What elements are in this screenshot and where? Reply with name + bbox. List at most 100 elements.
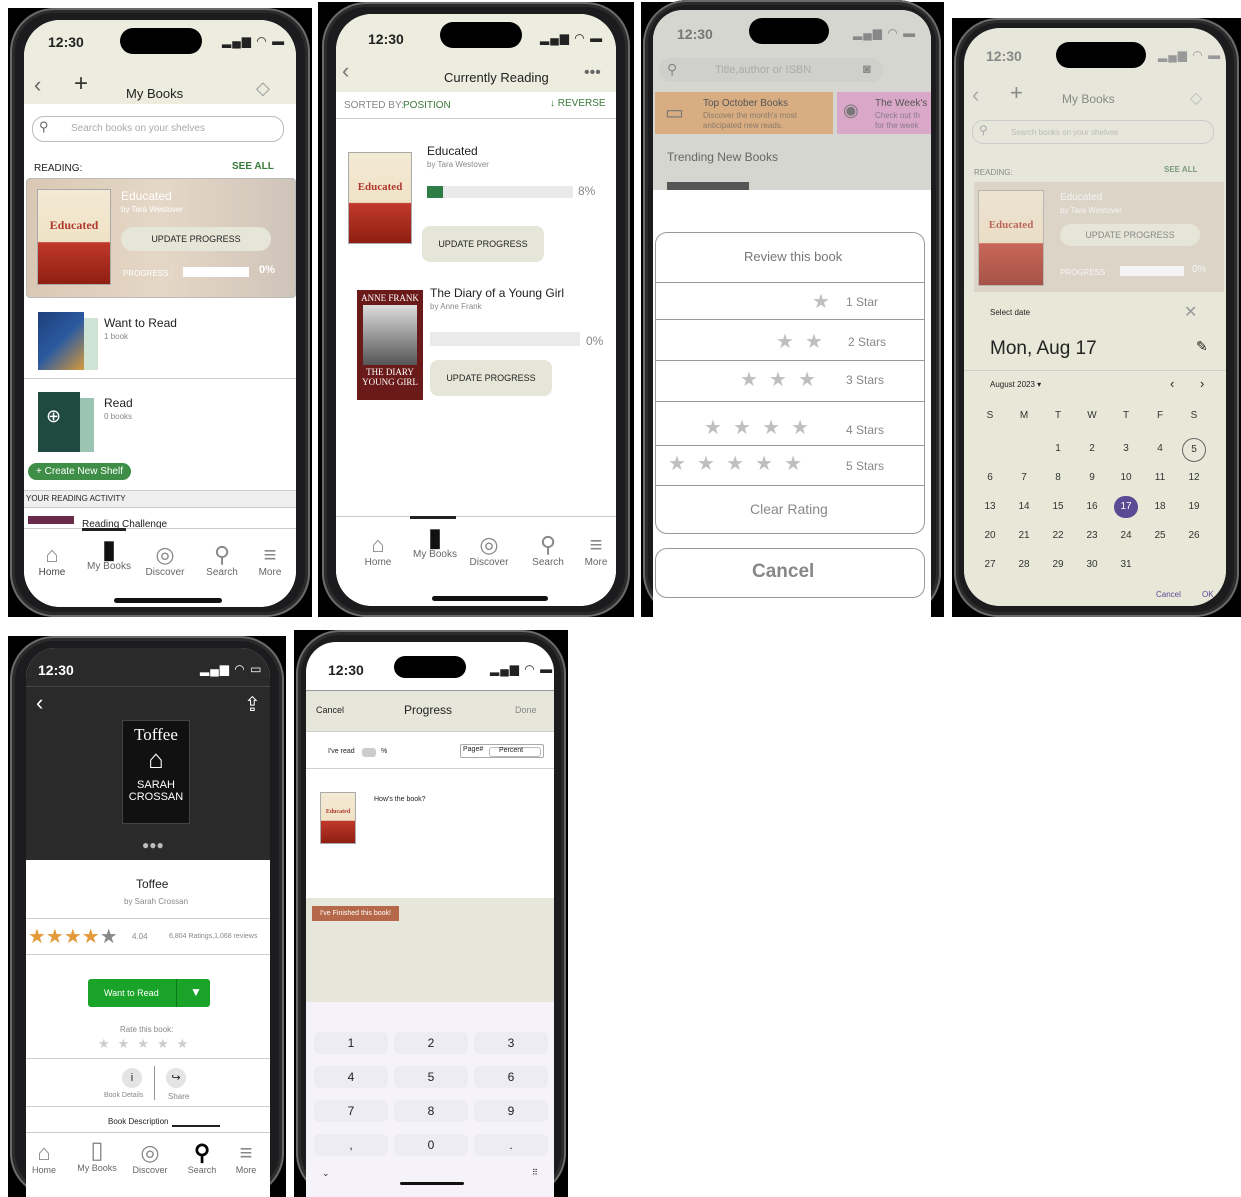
ratings-count[interactable]: 6,804 Ratings,1,068 reviews bbox=[169, 933, 257, 940]
promo-card-top-books[interactable]: ▭ Top October Books Discover the month's… bbox=[655, 92, 833, 134]
nav-discover[interactable]: ◎ Discover bbox=[126, 1141, 174, 1176]
calendar-day[interactable]: 24 bbox=[1112, 525, 1140, 547]
nav-my-books[interactable]: ▯ My Books bbox=[72, 1139, 122, 1174]
calendar-day[interactable]: 7 bbox=[1010, 467, 1038, 489]
nav-discover[interactable]: ◎ Discover bbox=[464, 533, 514, 569]
keypad-key[interactable]: 6 bbox=[474, 1066, 548, 1088]
rate-stars[interactable]: ★★★★★ bbox=[98, 1036, 196, 1052]
calendar-day[interactable]: 27 bbox=[976, 554, 1004, 576]
prev-month-icon[interactable]: ‹ bbox=[1170, 376, 1174, 391]
calendar-day[interactable]: 9 bbox=[1078, 467, 1106, 489]
calendar-day[interactable]: 5 bbox=[1182, 438, 1206, 462]
keypad-key[interactable]: . bbox=[474, 1134, 548, 1156]
month-selector[interactable]: August 2023 ▾ bbox=[990, 380, 1041, 389]
create-shelf-button[interactable]: + Create New Shelf bbox=[28, 463, 131, 480]
nav-search[interactable]: ⚲ Search bbox=[182, 1141, 222, 1176]
keypad-key[interactable]: 3 bbox=[474, 1032, 548, 1054]
nav-search[interactable]: ⚲ Search bbox=[526, 533, 570, 569]
search-input[interactable]: ⚲ Title,author or ISBN ◙ bbox=[659, 58, 883, 82]
back-icon[interactable]: ‹ bbox=[342, 58, 349, 84]
cancel-button[interactable]: Cancel bbox=[316, 705, 344, 715]
calendar-day[interactable]: 23 bbox=[1078, 525, 1106, 547]
keypad-key[interactable]: 4 bbox=[314, 1066, 388, 1088]
nav-more[interactable]: ≡ More bbox=[250, 543, 290, 579]
nav-home[interactable]: ⌂ Home bbox=[30, 543, 74, 579]
ok-button[interactable]: OK bbox=[1202, 590, 1214, 599]
share-link[interactable]: Share bbox=[168, 1092, 189, 1101]
calendar-day[interactable]: 25 bbox=[1146, 525, 1174, 547]
calendar-day[interactable]: 30 bbox=[1078, 554, 1106, 576]
calendar-day[interactable]: 10 bbox=[1112, 467, 1140, 489]
calendar-day[interactable]: 19 bbox=[1180, 496, 1208, 518]
shelf-want-to-read[interactable]: Want to Read 1 book bbox=[24, 304, 296, 374]
info-icon[interactable]: i bbox=[122, 1068, 142, 1088]
calendar-day[interactable]: 11 bbox=[1146, 467, 1174, 489]
see-all-link[interactable]: SEE ALL bbox=[1164, 165, 1197, 174]
want-to-read-button[interactable]: Want to Read ▼ bbox=[88, 979, 210, 1007]
keyboard-hide-icon[interactable]: ⌄ bbox=[322, 1168, 330, 1179]
done-button[interactable]: Done bbox=[515, 705, 537, 715]
add-icon[interactable]: + bbox=[1010, 80, 1023, 106]
nav-discover[interactable]: ◎ Discover bbox=[140, 543, 190, 579]
keypad-key[interactable]: , bbox=[314, 1134, 388, 1156]
cancel-button[interactable]: Cancel bbox=[1156, 590, 1181, 599]
carousel-dots[interactable]: ●●● bbox=[142, 838, 164, 852]
rating-2-stars[interactable]: ★ ★ 2 Stars bbox=[656, 321, 924, 359]
reverse-sort-button[interactable]: ↓ REVERSE bbox=[550, 98, 606, 109]
book-title[interactable]: The Diary of a Young Girl bbox=[430, 286, 564, 300]
rating-4-stars[interactable]: ★ ★ ★ ★ 4 Stars bbox=[656, 409, 924, 447]
book-description-tab[interactable]: Book Description bbox=[108, 1117, 168, 1126]
calendar-day[interactable]: 14 bbox=[1010, 496, 1038, 518]
calendar-day[interactable]: 15 bbox=[1044, 496, 1072, 518]
update-progress-button[interactable]: UPDATE PROGRESS bbox=[121, 227, 271, 251]
calendar-day[interactable]: 31 bbox=[1112, 554, 1140, 576]
more-options-icon[interactable]: ••• bbox=[584, 64, 601, 82]
update-progress-button[interactable]: UPDATE PROGRESS bbox=[422, 226, 544, 262]
keypad-key[interactable]: 7 bbox=[314, 1100, 388, 1122]
book-cover[interactable]: Educated bbox=[37, 189, 111, 285]
sort-position[interactable]: POSITION bbox=[403, 100, 451, 111]
calendar-day[interactable]: 1 bbox=[1044, 438, 1072, 460]
calendar-day[interactable]: 21 bbox=[1010, 525, 1038, 547]
calendar-day[interactable]: 2 bbox=[1078, 438, 1106, 460]
calendar-day[interactable]: 28 bbox=[1010, 554, 1038, 576]
calendar-day[interactable]: 26 bbox=[1180, 525, 1208, 547]
rating-3-stars[interactable]: ★ ★ ★ 3 Stars bbox=[656, 361, 924, 399]
nav-my-books[interactable]: ▮ My Books bbox=[408, 524, 462, 560]
book-cover[interactable]: Toffee ⌂ SARAH CROSSAN bbox=[122, 720, 190, 824]
calendar-day[interactable]: 18 bbox=[1146, 496, 1174, 518]
cancel-button[interactable]: Cancel bbox=[655, 548, 925, 598]
clear-rating-button[interactable]: Clear Rating bbox=[750, 501, 828, 517]
promo-card-week[interactable]: ◉ The Week's Check out th for the week bbox=[837, 92, 931, 134]
search-input[interactable]: ⚲ Search books on your shelves bbox=[972, 120, 1214, 144]
calendar-day[interactable]: 12 bbox=[1180, 467, 1208, 489]
share-icon[interactable]: ⇪ bbox=[244, 692, 261, 717]
share-small-icon[interactable]: ↪ bbox=[166, 1068, 186, 1088]
keypad-key[interactable]: 2 bbox=[394, 1032, 468, 1054]
calendar-day[interactable]: 4 bbox=[1146, 438, 1174, 460]
nav-more[interactable]: ≡ More bbox=[576, 533, 616, 569]
book-cover-educated[interactable]: Educated bbox=[348, 152, 412, 244]
nav-my-books[interactable]: ▮ My Books bbox=[82, 536, 136, 572]
update-progress-button[interactable]: UPDATE PROGRESS bbox=[430, 360, 552, 396]
calendar-day[interactable]: 6 bbox=[976, 467, 1004, 489]
rating-5-stars[interactable]: ★ ★ ★ ★ ★ 5 Stars bbox=[656, 447, 924, 483]
keypad-key[interactable]: 1 bbox=[314, 1032, 388, 1054]
edit-icon[interactable]: ✎ bbox=[1196, 338, 1208, 355]
calendar-day[interactable]: 20 bbox=[976, 525, 1004, 547]
back-icon[interactable]: ‹ bbox=[972, 82, 979, 108]
nav-search[interactable]: ⚲ Search bbox=[200, 543, 244, 579]
calendar-day[interactable]: 13 bbox=[976, 496, 1004, 518]
keypad-key[interactable]: 9 bbox=[474, 1100, 548, 1122]
nav-home[interactable]: ⌂ Home bbox=[26, 1141, 64, 1176]
calendar-day[interactable]: 29 bbox=[1044, 554, 1072, 576]
calendar-day[interactable]: 16 bbox=[1078, 496, 1106, 518]
current-reading-card[interactable]: Educated Educated by Tara Westover UPDAT… bbox=[26, 178, 296, 298]
keypad-key[interactable]: 8 bbox=[394, 1100, 468, 1122]
calendar-day[interactable]: 17 bbox=[1114, 496, 1138, 518]
book-title[interactable]: Educated bbox=[427, 144, 478, 158]
keyboard-grid-icon[interactable]: ⠿ bbox=[532, 1168, 538, 1177]
progress-input[interactable] bbox=[362, 748, 376, 757]
calendar-day[interactable]: 8 bbox=[1044, 467, 1072, 489]
next-month-icon[interactable]: › bbox=[1200, 376, 1204, 391]
